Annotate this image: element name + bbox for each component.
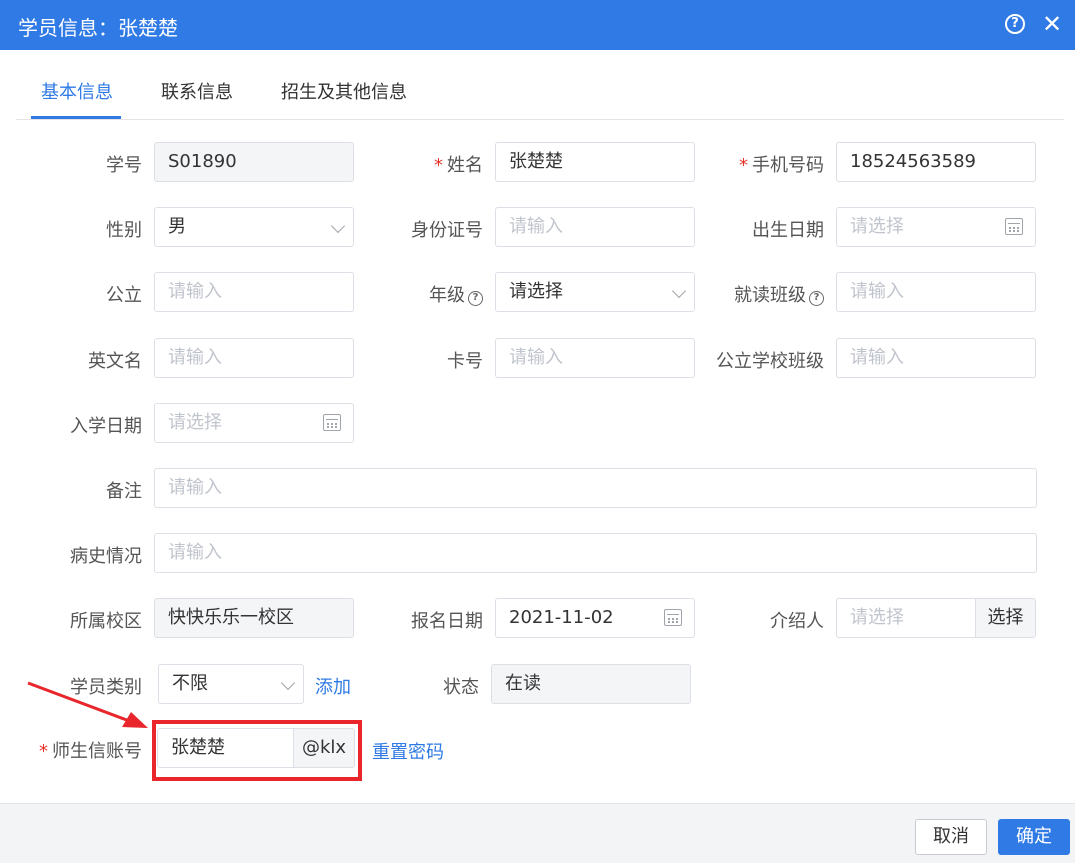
enroll-date-picker[interactable]: 请选择 (154, 403, 354, 443)
grade-label: 年级? (429, 281, 483, 307)
public-school-input[interactable]: 请输入 (154, 272, 354, 312)
signup-date-label: 报名日期 (411, 611, 483, 632)
account-label: * 师生信账号 (39, 741, 142, 762)
required-mark: * (39, 741, 48, 762)
id-card-label: 身份证号 (411, 220, 483, 241)
chevron-down-icon (671, 283, 687, 299)
cancel-button[interactable]: 取消 (915, 819, 987, 855)
birthday-label: 出生日期 (752, 220, 824, 241)
grade-value: 请选择 (509, 281, 563, 302)
birthday-placeholder: 请选择 (850, 216, 904, 237)
student-no-field: S01890 (154, 142, 354, 182)
confirm-button[interactable]: 确定 (998, 819, 1070, 855)
public-school-class-label: 公立学校班级 (716, 351, 824, 372)
birthday-picker[interactable]: 请选择 (836, 207, 1036, 247)
calendar-icon (664, 609, 682, 626)
status-label: 状态 (443, 677, 479, 698)
required-mark: * (434, 155, 443, 176)
tab-enrollment-other[interactable]: 招生及其他信息 (281, 78, 407, 104)
question-circle-icon[interactable]: ? (1005, 14, 1025, 34)
gender-select[interactable]: 男 (154, 207, 354, 247)
close-icon[interactable]: ✕ (1042, 10, 1062, 38)
referrer-label: 介绍人 (770, 611, 824, 632)
name-input[interactable]: 张楚楚 (495, 142, 695, 182)
chevron-down-icon (330, 218, 346, 234)
status-field: 在读 (491, 664, 691, 704)
grade-select[interactable]: 请选择 (495, 272, 695, 312)
card-no-label: 卡号 (447, 351, 483, 372)
question-circle-icon[interactable]: ? (468, 291, 483, 306)
dialog-footer: 取消 确定 (0, 803, 1075, 863)
calendar-icon (323, 414, 341, 431)
class-input[interactable]: 请输入 (836, 272, 1036, 312)
remark-input[interactable]: 请输入 (154, 468, 1037, 508)
referrer-select-button[interactable]: 选择 (975, 598, 1036, 638)
reset-password-link[interactable]: 重置密码 (372, 738, 444, 764)
medical-history-input[interactable]: 请输入 (154, 533, 1037, 573)
public-school-class-input[interactable]: 请输入 (836, 338, 1036, 378)
mobile-label: * 手机号码 (739, 155, 824, 176)
mobile-input[interactable]: 18524563589 (836, 142, 1036, 182)
class-label: 就读班级? (734, 281, 824, 307)
english-name-input[interactable]: 请输入 (154, 338, 354, 378)
calendar-icon (1005, 218, 1023, 235)
campus-field: 快快乐乐一校区 (154, 598, 354, 638)
name-label: * 姓名 (434, 155, 483, 176)
chevron-down-icon (280, 675, 296, 691)
annotation-arrow-icon (27, 681, 148, 728)
referrer-input[interactable]: 请选择 (836, 598, 977, 638)
add-student-type-link[interactable]: 添加 (315, 673, 351, 699)
annotation-highlight-box (152, 720, 362, 781)
question-circle-icon[interactable]: ? (809, 291, 824, 306)
card-no-input[interactable]: 请输入 (495, 338, 695, 378)
signup-date-picker[interactable]: 2021-11-02 (495, 598, 695, 638)
signup-date-value: 2021-11-02 (509, 607, 614, 628)
required-mark: * (739, 155, 748, 176)
id-card-input[interactable]: 请输入 (495, 207, 695, 247)
